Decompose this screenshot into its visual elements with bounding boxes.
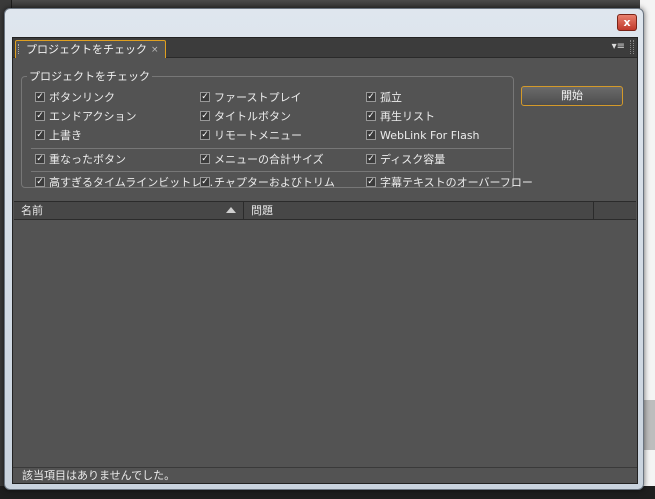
tab-close-icon[interactable]: × [151, 42, 159, 58]
start-button[interactable]: 開始 [521, 86, 623, 106]
check-first-play[interactable]: ✓ ファーストプレイ [200, 90, 301, 104]
tab-grip-icon[interactable] [18, 44, 21, 54]
panel-menu-icon[interactable]: ▾≡ [612, 41, 625, 52]
checkbox-checked-icon[interactable]: ✓ [200, 154, 210, 164]
checkbox-checked-icon[interactable]: ✓ [35, 92, 45, 102]
check-overwrite[interactable]: ✓ 上書き [35, 128, 82, 142]
check-remote-menu[interactable]: ✓ リモートメニュー [200, 128, 302, 142]
column-header-issue[interactable]: 問題 [244, 202, 594, 220]
panel-grip-icon[interactable] [630, 40, 634, 54]
check-overlapping-buttons[interactable]: ✓ 重なったボタン [35, 152, 126, 166]
window-close-button[interactable]: x [617, 14, 637, 31]
column-header-name[interactable]: 名前 [14, 202, 244, 220]
check-title-button[interactable]: ✓ タイトルボタン [200, 109, 291, 123]
check-end-action[interactable]: ✓ エンドアクション [35, 109, 136, 123]
check-menu-total-size[interactable]: ✓ メニューの合計サイズ [200, 152, 324, 166]
check-chapter-trim[interactable]: ✓ チャプターおよびトリム [200, 175, 335, 189]
checkbox-checked-icon[interactable]: ✓ [35, 154, 45, 164]
check-options-title: プロジェクトをチェック [27, 68, 152, 84]
check-project-panel: プロジェクトをチェック × ▾≡ プロジェクトをチェック ✓ ボタンリンク ✓ ファ… [12, 37, 638, 484]
check-orphan[interactable]: ✓ 孤立 [366, 90, 402, 104]
tab-check-project[interactable]: プロジェクトをチェック × [15, 40, 166, 58]
checkbox-checked-icon[interactable]: ✓ [200, 111, 210, 121]
check-button-link[interactable]: ✓ ボタンリンク [35, 90, 115, 104]
check-weblink-flash[interactable]: ✓ WebLink For Flash [366, 128, 480, 142]
checkbox-checked-icon[interactable]: ✓ [366, 130, 376, 140]
checkbox-checked-icon[interactable]: ✓ [366, 177, 376, 187]
checkbox-checked-icon[interactable]: ✓ [35, 111, 45, 121]
check-playlist[interactable]: ✓ 再生リスト [366, 109, 435, 123]
check-disk-space[interactable]: ✓ ディスク容量 [366, 152, 445, 166]
check-timeline-bitrate[interactable]: ✓ 高すぎるタイムラインビットレ… [35, 175, 213, 189]
panel-tab-bar: プロジェクトをチェック × ▾≡ [13, 38, 637, 58]
tab-label: プロジェクトをチェック [26, 42, 147, 56]
checkbox-checked-icon[interactable]: ✓ [366, 111, 376, 121]
group-divider [31, 148, 511, 149]
results-table-body[interactable] [14, 220, 636, 467]
checkbox-checked-icon[interactable]: ✓ [200, 92, 210, 102]
checkbox-checked-icon[interactable]: ✓ [35, 177, 45, 187]
checkbox-checked-icon[interactable]: ✓ [200, 177, 210, 187]
checkbox-checked-icon[interactable]: ✓ [366, 92, 376, 102]
results-table-header: 名前 問題 [14, 201, 636, 220]
checkbox-checked-icon[interactable]: ✓ [200, 130, 210, 140]
status-bar: 該当項目はありませんでした。 [13, 467, 637, 483]
check-project-window: x プロジェクトをチェック × ▾≡ プロジェクトをチェック ✓ ボタンリンク ✓… [4, 8, 644, 490]
group-divider [31, 171, 511, 172]
check-subtitle-overflow[interactable]: ✓ 字幕テキストのオーバーフロー [366, 175, 533, 189]
checkbox-checked-icon[interactable]: ✓ [366, 154, 376, 164]
sort-ascending-icon[interactable] [226, 207, 236, 213]
checkbox-checked-icon[interactable]: ✓ [35, 130, 45, 140]
